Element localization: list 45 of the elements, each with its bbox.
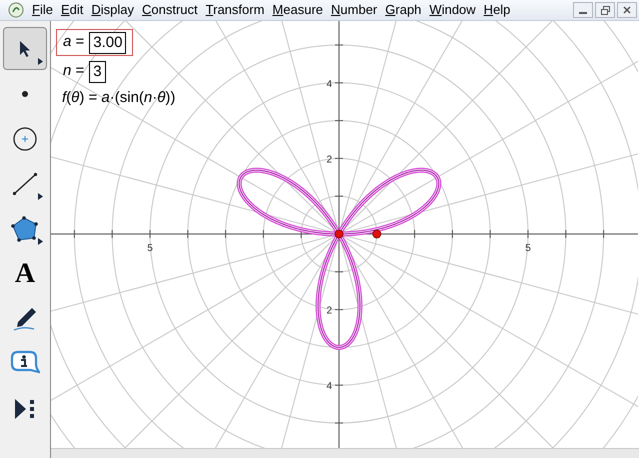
menu-item[interactable]: Edit [56,0,88,20]
parameter-label: a = [63,32,84,52]
parameter-row[interactable]: a = 3.00 [56,29,134,56]
origin-point[interactable] [334,230,344,238]
axis-tick-label: 4 [326,78,332,90]
axis-tick-label: 2 [326,154,332,166]
menu-item[interactable]: Measure [268,0,328,20]
parameter-label: n = [63,61,84,82]
minimize-button[interactable] [573,2,593,18]
point-icon [22,90,28,96]
arrow-pointer-icon [18,40,32,58]
close-icon [623,6,631,14]
tool-button[interactable] [3,27,47,70]
menu-item[interactable]: Window [425,0,480,20]
pentagon-icon [11,216,39,242]
menu-item[interactable]: Transform [202,0,268,20]
menu-item[interactable]: Graph [381,0,426,20]
parameter-row[interactable]: n = 3 [56,58,113,85]
menu-item[interactable]: Number [327,0,382,20]
marker-pen-icon [12,306,38,332]
tool-button[interactable]: A [3,252,47,295]
line-segment-icon [12,172,38,196]
axis-tick-label: 5 [147,243,153,254]
axis-tick-label: 4 [326,381,332,392]
app-icon [8,2,24,18]
parameter-value: 3 [89,60,106,82]
menu-item[interactable]: Construct [138,0,202,20]
submenu-triangle-icon [38,58,43,65]
function-definition: f(θ) = a·(sin(n·θ)) [61,88,176,108]
restore-button[interactable] [595,2,615,18]
axis-tick-label: 5 [525,243,531,254]
close-button[interactable] [617,2,637,18]
menu-item[interactable]: File [28,0,57,20]
restore-icon [600,6,610,14]
play-dots-icon [13,396,37,420]
menu-item[interactable]: Display [87,0,138,20]
horizontal-scrollbar[interactable] [51,448,639,458]
text-tool-label: A [14,260,36,288]
menu-item[interactable]: Help [480,0,514,20]
submenu-triangle-icon [38,193,43,200]
unit-point[interactable] [372,230,382,238]
parameter-value: 3.00 [89,32,126,54]
submenu-triangle-icon [38,238,43,245]
circle-icon [13,126,37,150]
axis-tick-label: 2 [326,306,332,317]
